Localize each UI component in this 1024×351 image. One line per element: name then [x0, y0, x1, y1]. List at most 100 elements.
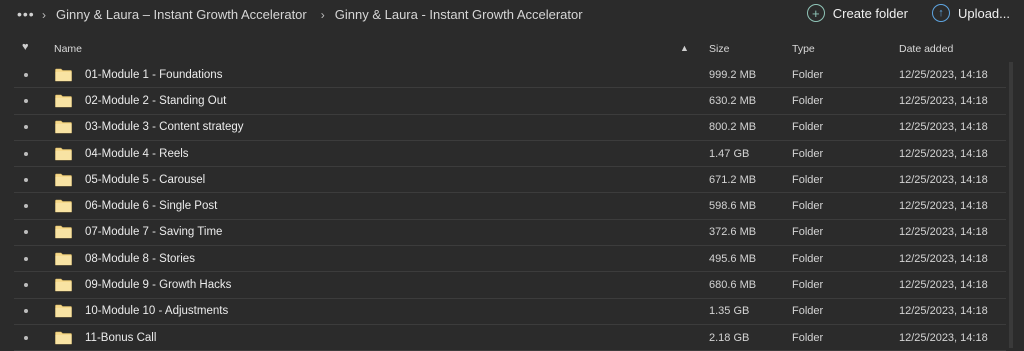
file-date-added: 12/25/2023, 14:18: [899, 252, 988, 265]
file-size: 680.6 MB: [709, 279, 757, 292]
file-size: 1.35 GB: [709, 305, 750, 318]
file-date-added: 12/25/2023, 14:18: [899, 94, 988, 107]
file-date-added: 12/25/2023, 14:18: [899, 121, 988, 134]
file-name[interactable]: 01-Module 1 - Foundations: [85, 69, 222, 81]
upload-icon: ↑: [931, 4, 950, 22]
file-name[interactable]: 05-Module 5 - Carousel: [85, 174, 205, 186]
file-type: Folder: [792, 200, 824, 213]
column-header-type[interactable]: Type: [792, 43, 815, 55]
table-row[interactable]: 10-Module 10 - Adjustments 1.35 GB Folder 1…: [14, 299, 1006, 325]
file-date-added: 12/25/2023, 14:18: [899, 305, 988, 318]
row-dot-icon: [24, 283, 28, 288]
folder-icon: [55, 252, 72, 266]
create-folder-label: Create folder: [832, 5, 908, 21]
folder-icon: [55, 147, 72, 160]
folder-icon: [55, 94, 72, 108]
file-size: 495.6 MB: [709, 252, 757, 265]
table-row[interactable]: 05-Module 5 - Carousel 671.2 MB Folder 12/2…: [14, 167, 1006, 194]
file-name[interactable]: 07-Module 7 - Saving Time: [85, 226, 222, 238]
folder-icon: [55, 305, 72, 318]
column-header-size[interactable]: Size: [709, 43, 729, 55]
table-row[interactable]: 03-Module 3 - Content strategy 800.2 MB Fo…: [14, 115, 1006, 141]
column-header-date[interactable]: Date added: [899, 43, 953, 55]
breadcrumb: › Ginny & Laura – Instant Growth Acceler…: [42, 7, 597, 22]
scrollbar[interactable]: [1009, 62, 1013, 348]
table-row[interactable]: 09-Module 9 - Growth Hacks 680.6 MB Folder…: [14, 272, 1006, 299]
row-dot-icon: [24, 256, 28, 261]
chevron-right-icon: ›: [320, 7, 325, 22]
file-name[interactable]: 03-Module 3 - Content strategy: [85, 121, 244, 133]
plus-circle-icon: +: [806, 4, 825, 22]
folder-icon: [55, 120, 72, 134]
file-type: Folder: [792, 173, 824, 186]
file-type: Folder: [792, 121, 824, 134]
create-folder-button[interactable]: + Create folder: [806, 4, 908, 22]
heart-icon[interactable]: ♥: [22, 41, 29, 53]
file-name[interactable]: 04-Module 4 - Reels: [85, 148, 189, 160]
folder-icon: [55, 278, 72, 292]
file-type: Folder: [792, 252, 824, 265]
file-size: 598.6 MB: [709, 200, 757, 213]
table-row[interactable]: 07-Module 7 - Saving Time 372.6 MB Folder 1…: [14, 220, 1006, 247]
file-size: 800.2 MB: [709, 121, 757, 134]
folder-icon: [55, 199, 72, 213]
file-type: Folder: [792, 226, 824, 239]
file-size: 999.2 MB: [709, 68, 757, 81]
file-date-added: 12/25/2023, 14:18: [899, 173, 988, 186]
folder-icon: [55, 68, 72, 81]
more-options-icon[interactable]: •••: [17, 7, 35, 21]
column-header-name[interactable]: Name: [54, 43, 82, 55]
table-row[interactable]: 02-Module 2 - Standing Out 630.2 MB Folder…: [14, 88, 1006, 115]
table-row[interactable]: 11-Bonus Call 2.18 GB Folder 12/25/2023, 14…: [14, 325, 1006, 351]
file-name[interactable]: 10-Module 10 - Adjustments: [85, 305, 228, 317]
top-bar: ••• › Ginny & Laura – Instant Growth Acc…: [0, 0, 1024, 32]
file-type: Folder: [792, 279, 824, 292]
file-size: 1.47 GB: [709, 147, 750, 160]
row-dot-icon: [24, 98, 28, 103]
upload-button[interactable]: ↑ Upload...: [931, 4, 1010, 22]
file-date-added: 12/25/2023, 14:18: [899, 279, 988, 292]
file-size: 671.2 MB: [709, 173, 757, 186]
row-dot-icon: [24, 125, 28, 130]
file-size: 372.6 MB: [709, 226, 757, 239]
file-size: 630.2 MB: [709, 94, 757, 107]
table-header: ♥ Name ▲ Size Type Date added: [14, 37, 1006, 61]
file-name[interactable]: 09-Module 9 - Growth Hacks: [85, 279, 231, 291]
toolbar-actions: + Create folder ↑ Upload...: [783, 4, 1010, 22]
file-name[interactable]: 11-Bonus Call: [85, 332, 156, 344]
breadcrumb-item-current[interactable]: Ginny & Laura - Instant Growth Accelerat…: [335, 7, 583, 22]
file-date-added: 12/25/2023, 14:18: [899, 331, 988, 344]
upload-label: Upload...: [957, 5, 1010, 21]
file-type: Folder: [792, 68, 824, 81]
file-name[interactable]: 08-Module 8 - Stories: [85, 253, 195, 265]
table-row[interactable]: 04-Module 4 - Reels 1.47 GB Folder 12/25/20…: [14, 141, 1006, 168]
folder-icon: [55, 331, 72, 344]
row-dot-icon: [24, 204, 28, 209]
file-list: 01-Module 1 - Foundations 999.2 MB Folder 1…: [14, 62, 1006, 351]
row-dot-icon: [24, 309, 28, 314]
file-date-added: 12/25/2023, 14:18: [899, 200, 988, 213]
row-dot-icon: [24, 230, 28, 235]
file-type: Folder: [792, 147, 824, 160]
row-dot-icon: [24, 335, 28, 340]
row-dot-icon: [24, 177, 28, 182]
folder-icon: [55, 173, 72, 187]
folder-icon: [55, 226, 72, 239]
file-name[interactable]: 06-Module 6 - Single Post: [85, 200, 217, 212]
sort-ascending-icon[interactable]: ▲: [680, 43, 689, 53]
table-row[interactable]: 06-Module 6 - Single Post 598.6 MB Folder 1…: [14, 193, 1006, 220]
breadcrumb-item[interactable]: Ginny & Laura – Instant Growth Accelerat…: [56, 7, 307, 22]
row-dot-icon: [24, 151, 28, 156]
file-date-added: 12/25/2023, 14:18: [899, 226, 988, 239]
file-date-added: 12/25/2023, 14:18: [899, 68, 988, 81]
table-row[interactable]: 01-Module 1 - Foundations 999.2 MB Folder 1…: [14, 62, 1006, 89]
file-name[interactable]: 02-Module 2 - Standing Out: [85, 95, 226, 107]
file-type: Folder: [792, 331, 824, 344]
file-date-added: 12/25/2023, 14:18: [899, 147, 988, 160]
file-type: Folder: [792, 305, 824, 318]
table-row[interactable]: 08-Module 8 - Stories 495.6 MB Folder 12/25…: [14, 246, 1006, 273]
row-dot-icon: [24, 72, 28, 77]
file-size: 2.18 GB: [709, 331, 750, 344]
chevron-right-icon: ›: [42, 7, 46, 22]
file-type: Folder: [792, 94, 824, 107]
